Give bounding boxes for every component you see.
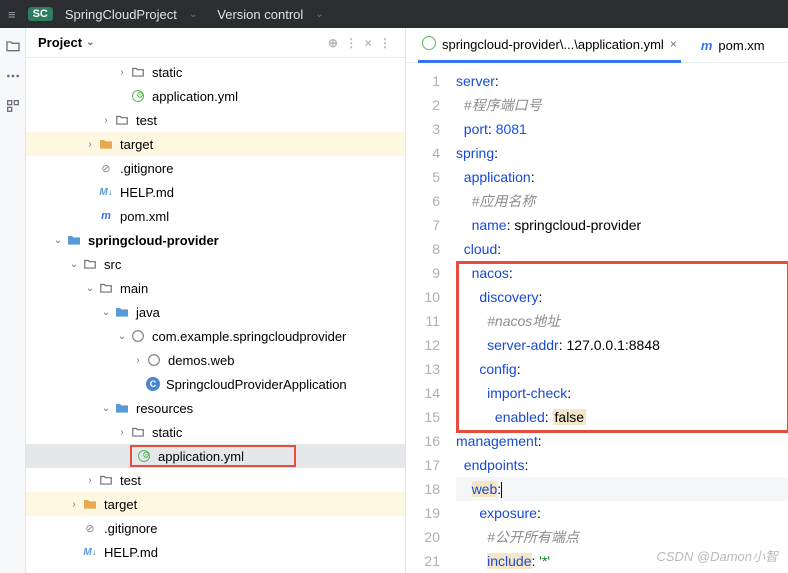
tool-rail [0, 28, 26, 573]
tree-row[interactable]: ›static [26, 60, 405, 84]
topbar: ≡ SC SpringCloudProject ⌄ Version contro… [0, 0, 788, 28]
tree-row[interactable]: ⚙application.yml [26, 84, 405, 108]
main-area: Project ⌄ ⊕ ⋮ × ⋮ ›static⚙application.ym… [0, 28, 788, 573]
project-panel: Project ⌄ ⊕ ⋮ × ⋮ ›static⚙application.ym… [26, 28, 406, 573]
tab-application-yml[interactable]: springcloud-provider\...\application.yml… [418, 29, 681, 63]
tree-row[interactable]: ⊘.gitignore [26, 516, 405, 540]
project-tree[interactable]: ›static⚙application.yml›test›target⊘.git… [26, 58, 405, 573]
chevron-down-icon: ⌄ [86, 37, 94, 48]
tree-row[interactable]: ›target [26, 492, 405, 516]
code-content[interactable]: server: #程序端口号 port: 8081spring: applica… [450, 63, 788, 573]
tree-row[interactable]: ›test [26, 108, 405, 132]
editor-tabs: springcloud-provider\...\application.yml… [406, 28, 788, 63]
tree-row[interactable]: ⌄java [26, 300, 405, 324]
tree-row[interactable]: ›static [26, 420, 405, 444]
tree-row[interactable]: ⌄springcloud-provider [26, 228, 405, 252]
tab-label: pom.xm [718, 38, 764, 53]
dots-icon[interactable] [5, 68, 21, 84]
tab-pom-xml[interactable]: m pom.xm [697, 28, 769, 62]
chevron-down-icon: ⌄ [189, 9, 197, 20]
close-icon[interactable]: × [670, 37, 677, 51]
panel-actions[interactable]: ⊕ ⋮ × ⋮ [328, 36, 393, 50]
tree-row[interactable]: ⚙application.yml [26, 444, 405, 468]
tree-row[interactable]: M↓HELP.md [26, 180, 405, 204]
panel-title[interactable]: Project [38, 35, 82, 50]
project-name[interactable]: SpringCloudProject [65, 7, 177, 22]
tree-row[interactable]: M↓HELP.md [26, 540, 405, 564]
tree-row[interactable]: ⌄main [26, 276, 405, 300]
maven-icon: m [701, 38, 713, 53]
tree-row[interactable]: ›demos.web [26, 348, 405, 372]
tree-row[interactable]: ⌄src [26, 252, 405, 276]
structure-icon[interactable] [5, 98, 21, 114]
chevron-down-icon: ⌄ [315, 9, 323, 20]
code-editor[interactable]: 123456789101112131415161718192021 server… [406, 63, 788, 573]
folder-icon[interactable] [5, 38, 21, 54]
watermark: CSDN @Damon小智 [656, 546, 778, 565]
tree-row[interactable]: ⌄com.example.springcloudprovider [26, 324, 405, 348]
yml-icon [422, 36, 436, 53]
panel-header: Project ⌄ ⊕ ⋮ × ⋮ [26, 28, 405, 58]
menu-icon[interactable]: ≡ [8, 7, 16, 22]
tree-row[interactable]: mpom.xml [26, 204, 405, 228]
tree-row[interactable]: ›test [26, 468, 405, 492]
project-badge: SC [28, 7, 53, 21]
tab-label: springcloud-provider\...\application.yml [442, 37, 664, 52]
editor-panel: springcloud-provider\...\application.yml… [406, 28, 788, 573]
vcs-menu[interactable]: Version control [217, 7, 303, 22]
tree-row[interactable]: ›target [26, 132, 405, 156]
gutter: 123456789101112131415161718192021 [406, 63, 450, 573]
tree-row[interactable]: CSpringcloudProviderApplication [26, 372, 405, 396]
tree-row[interactable]: ⌄resources [26, 396, 405, 420]
tree-row[interactable]: ⊘.gitignore [26, 156, 405, 180]
